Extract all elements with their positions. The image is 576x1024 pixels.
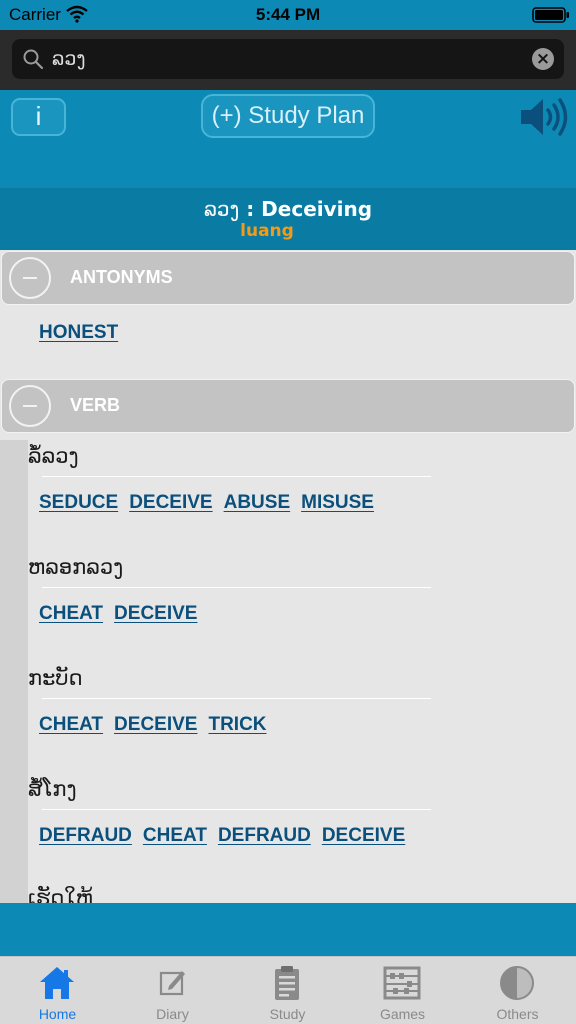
verb-entry-word: ລໍ້ລວງ [28,444,79,468]
word-title: ລວງ : Deceiving [0,197,576,221]
divider [42,476,431,477]
tab-study[interactable]: Study [230,957,345,1024]
section-header-antonyms[interactable]: ANTONYMS [1,251,575,305]
word-details[interactable]: ANTONYMS HONEST VERB ລໍ້ລວງ SEDUCE DECEI… [0,250,576,903]
battery-icon [532,7,569,23]
synonym-link[interactable]: ABUSE [224,492,291,514]
tab-home[interactable]: Home [0,957,115,1024]
synonym-link[interactable]: DECEIVE [114,714,197,736]
tab-label: Home [38,1006,77,1022]
verb-entry-links: DEFRAUD CHEAT DEFRAUD DECEIVE [39,825,405,847]
games-icon [383,966,421,1000]
collapse-icon[interactable] [9,257,51,299]
tab-diary[interactable]: Diary [115,957,230,1024]
toolbar: i (+) Study Plan [0,90,576,188]
tab-games[interactable]: Games [345,957,460,1024]
synonym-link[interactable]: MISUSE [301,492,374,514]
word-header: ລວງ : Deceiving luang [0,188,576,250]
search-bar: × [0,30,576,90]
section-header-verb[interactable]: VERB [1,379,575,433]
info-button[interactable]: i [11,98,66,136]
section-label-antonyms: ANTONYMS [70,267,173,287]
others-icon [500,966,534,1000]
synonym-link[interactable]: TRICK [208,714,266,736]
verb-entry-word: ຫລອກລວງ [28,555,124,579]
divider [42,587,431,588]
word-romanization: luang [240,221,294,241]
antonym-link-honest[interactable]: HONEST [39,322,118,344]
search-input[interactable] [52,43,512,75]
synonym-link[interactable]: DECEIVE [114,603,197,625]
section-label-verb: VERB [70,395,121,415]
home-icon [40,967,74,999]
verb-entry-word: ເຮັດໃຫ້ [28,886,93,903]
verb-entry-word: ສໍ້ໂກງ [28,777,77,801]
word-separator: : [239,197,262,221]
tab-others[interactable]: Others [460,957,575,1024]
left-strip [0,440,28,903]
status-bar: Carrier 5:44 PM [0,0,576,30]
verb-entry-links: CHEAT DECEIVE TRICK [39,714,267,736]
antonym-links: HONEST [39,322,118,344]
search-icon [23,49,44,70]
tab-bar: Home Diary Study Games Others [0,956,576,1024]
verb-entry-links: SEDUCE DECEIVE ABUSE MISUSE [39,492,374,514]
synonym-link[interactable]: DEFRAUD [218,825,311,847]
tab-label: Games [379,1006,426,1022]
search-box[interactable]: × [12,39,564,79]
status-time: 5:44 PM [255,5,321,24]
word-english: Deceiving [261,197,373,221]
synonym-link[interactable]: CHEAT [143,825,207,847]
study-icon [275,966,299,1000]
tab-label: Diary [156,1006,189,1022]
collapse-icon[interactable] [9,385,51,427]
word-lao: ລວງ [203,197,240,221]
synonym-link[interactable]: SEDUCE [39,492,118,514]
tab-label: Others [496,1006,539,1022]
tab-label: Study [269,1006,306,1022]
divider [42,698,431,699]
synonym-link[interactable]: DECEIVE [322,825,405,847]
synonym-link[interactable]: CHEAT [39,714,103,736]
diary-icon [159,971,185,996]
study-plan-button[interactable]: (+) Study Plan [201,94,375,138]
verb-entry-links: CHEAT DECEIVE [39,603,197,625]
divider [42,809,431,810]
synonym-link[interactable]: DECEIVE [129,492,212,514]
speaker-icon[interactable] [519,96,569,138]
clear-icon[interactable]: × [532,48,554,70]
synonym-link[interactable]: DEFRAUD [39,825,132,847]
verb-entry-word: ກະບັດ [28,666,83,690]
footer-band [0,903,576,956]
synonym-link[interactable]: CHEAT [39,603,103,625]
